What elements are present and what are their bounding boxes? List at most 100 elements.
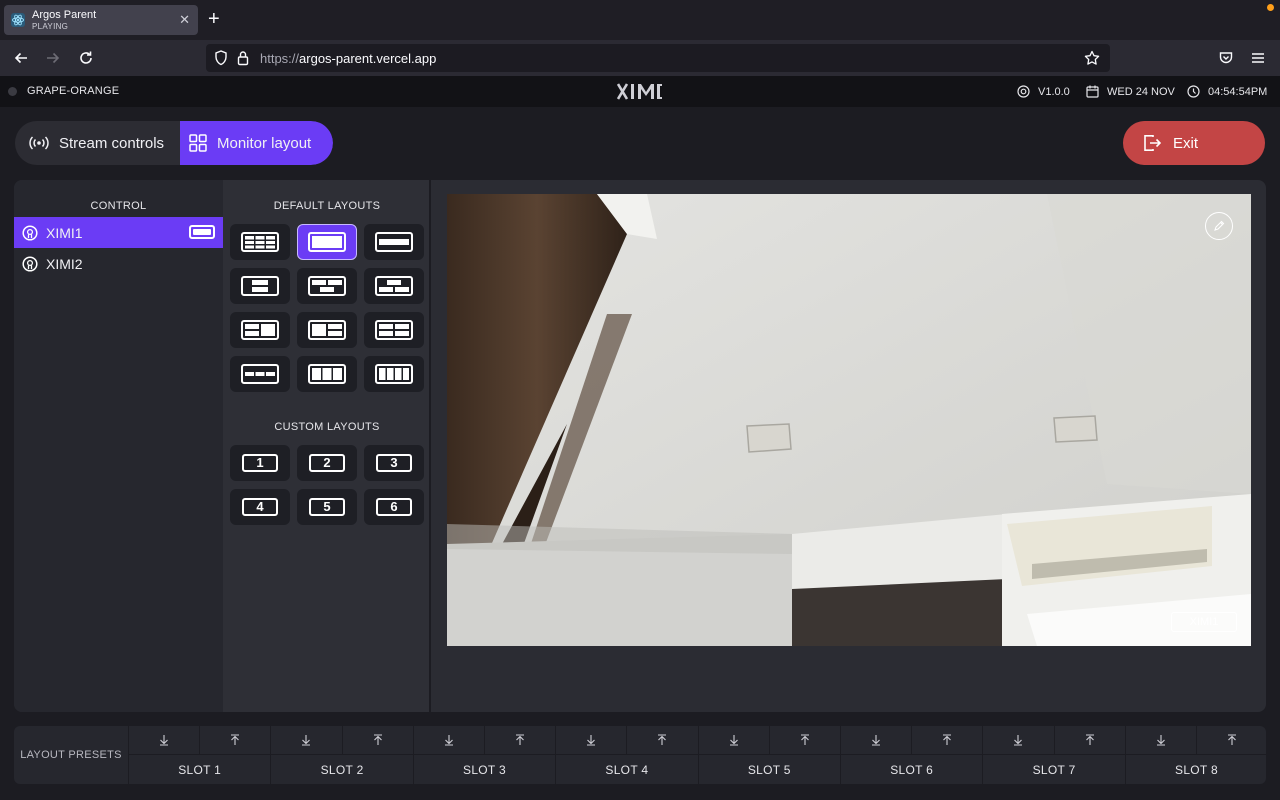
broadcast-icon xyxy=(29,136,49,150)
preset-slot-label[interactable]: SLOT 7 xyxy=(983,755,1124,784)
close-tab-icon[interactable]: ✕ xyxy=(179,12,190,28)
single-layout-indicator-icon xyxy=(189,225,215,239)
url-text[interactable]: https://argos-parent.vercel.app xyxy=(260,51,436,66)
menu-icon[interactable] xyxy=(1248,48,1268,68)
preset-slot-actions xyxy=(983,726,1125,755)
stream-controls-button[interactable]: Stream controls xyxy=(15,121,180,165)
grid-icon xyxy=(189,134,207,152)
custom-layouts-heading: CUSTOM LAYOUTS xyxy=(274,421,380,433)
preset-slot-label[interactable]: SLOT 8 xyxy=(1126,755,1266,784)
layout-quad-button[interactable] xyxy=(364,312,424,348)
preset-slot: SLOT 7 xyxy=(983,726,1126,784)
date-label: WED 24 NOV xyxy=(1107,85,1175,98)
save-preset-icon[interactable] xyxy=(1055,726,1125,754)
control-heading: CONTROL xyxy=(90,200,147,212)
bookmark-star-icon[interactable] xyxy=(1084,50,1100,66)
preset-slot: SLOT 2 xyxy=(271,726,414,784)
preset-slot-label[interactable]: SLOT 3 xyxy=(414,755,555,784)
layout-single-button[interactable] xyxy=(297,224,357,260)
monitor-layout-button[interactable]: Monitor layout xyxy=(180,121,333,165)
custom-layout-number: 3 xyxy=(376,454,412,472)
custom-layout-1-button[interactable]: 1 xyxy=(230,445,290,481)
save-preset-icon[interactable] xyxy=(770,726,840,754)
version-label: V1.0.0 xyxy=(1038,85,1070,98)
logout-icon xyxy=(1144,135,1161,151)
pocket-icon[interactable] xyxy=(1216,48,1236,68)
preset-slot: SLOT 3 xyxy=(413,726,557,784)
device-icon xyxy=(22,255,38,272)
preset-slot-actions xyxy=(1125,726,1266,755)
back-icon[interactable] xyxy=(11,48,31,68)
load-preset-icon[interactable] xyxy=(1126,726,1197,754)
custom-layout-6-button[interactable]: 6 xyxy=(364,489,424,525)
load-preset-icon[interactable] xyxy=(129,726,201,754)
layout-triple-button[interactable] xyxy=(297,356,357,392)
preset-slot-label[interactable]: SLOT 2 xyxy=(271,755,412,784)
monitor-preview[interactable]: XIMI1 xyxy=(447,194,1251,646)
layout-top-split-button[interactable] xyxy=(297,268,357,304)
url-bar[interactable]: https://argos-parent.vercel.app xyxy=(206,44,1110,72)
preset-slot-actions xyxy=(841,726,983,755)
layout-presets-bar: LAYOUT PRESETS SLOT 1 SLOT 2 SLOT 3 SLOT 4S… xyxy=(14,726,1266,784)
custom-layout-4-button[interactable]: 4 xyxy=(230,489,290,525)
preset-slot-label[interactable]: SLOT 4 xyxy=(556,755,697,784)
new-tab-icon[interactable]: + xyxy=(208,9,220,29)
custom-layout-2-button[interactable]: 2 xyxy=(297,445,357,481)
preset-slot-actions xyxy=(271,726,413,755)
device-name: GRAPE-ORANGE xyxy=(27,85,120,97)
load-preset-icon[interactable] xyxy=(699,726,770,754)
save-preset-icon[interactable] xyxy=(200,726,270,754)
lock-icon[interactable] xyxy=(237,50,249,66)
pencil-icon xyxy=(1214,220,1225,231)
layout-quad-left-button[interactable] xyxy=(230,312,290,348)
reload-icon[interactable] xyxy=(76,48,96,68)
save-preset-icon[interactable] xyxy=(1197,726,1266,754)
save-preset-icon[interactable] xyxy=(627,726,697,754)
forward-icon[interactable] xyxy=(43,48,63,68)
layout-quad-right-button[interactable] xyxy=(297,312,357,348)
load-preset-icon[interactable] xyxy=(841,726,913,754)
layout-presets-label: LAYOUT PRESETS xyxy=(14,726,129,784)
save-preset-icon[interactable] xyxy=(912,726,982,754)
time-info: 04:54:54PM xyxy=(1187,85,1267,98)
save-preset-icon[interactable] xyxy=(485,726,555,754)
shield-icon[interactable] xyxy=(214,50,228,66)
custom-layout-3-button[interactable]: 3 xyxy=(364,445,424,481)
custom-layout-number: 2 xyxy=(309,454,345,472)
connection-status-dot xyxy=(8,87,17,96)
load-preset-icon[interactable] xyxy=(414,726,485,754)
custom-layout-number: 4 xyxy=(242,498,278,516)
tab-playing-status: PLAYING xyxy=(32,22,69,31)
load-preset-icon[interactable] xyxy=(271,726,343,754)
preset-slot: SLOT 6 xyxy=(841,726,984,784)
load-preset-icon[interactable] xyxy=(556,726,628,754)
custom-layout-5-button[interactable]: 5 xyxy=(297,489,357,525)
layout-quad-columns-button[interactable] xyxy=(364,356,424,392)
preset-slot-actions xyxy=(413,726,556,755)
control-column: CONTROL XIMI1 XIMI2 xyxy=(14,180,223,712)
preset-slot: SLOT 8 xyxy=(1125,726,1266,784)
layout-strip-button[interactable] xyxy=(230,356,290,392)
main-panel: CONTROL XIMI1 XIMI2 DEFAULT LAYOUTS CUST… xyxy=(14,180,1266,712)
device-item-ximi1[interactable]: XIMI1 xyxy=(14,217,223,248)
version-info: V1.0.0 xyxy=(1017,85,1070,98)
version-icon xyxy=(1017,85,1030,98)
preset-slot-label[interactable]: SLOT 5 xyxy=(699,755,840,784)
tab-title: Argos Parent xyxy=(32,9,97,21)
date-info: WED 24 NOV xyxy=(1086,85,1175,98)
layout-grid-3x3-button[interactable] xyxy=(230,224,290,260)
preset-slot-label[interactable]: SLOT 6 xyxy=(841,755,982,784)
load-preset-icon[interactable] xyxy=(983,726,1055,754)
layout-bottom-split-button[interactable] xyxy=(364,268,424,304)
layout-wide-button[interactable] xyxy=(364,224,424,260)
slot-device-label: XIMI1 xyxy=(1171,612,1237,632)
custom-layout-number: 6 xyxy=(376,498,412,516)
exit-button[interactable]: Exit xyxy=(1123,121,1265,165)
url-protocol: https:// xyxy=(260,51,300,66)
browser-tab[interactable]: Argos Parent PLAYING ✕ xyxy=(4,5,198,35)
edit-slot-button[interactable] xyxy=(1205,212,1233,240)
device-item-ximi2[interactable]: XIMI2 xyxy=(14,248,223,279)
layout-center-button[interactable] xyxy=(230,268,290,304)
preset-slot-label[interactable]: SLOT 1 xyxy=(129,755,270,784)
save-preset-icon[interactable] xyxy=(343,726,413,754)
